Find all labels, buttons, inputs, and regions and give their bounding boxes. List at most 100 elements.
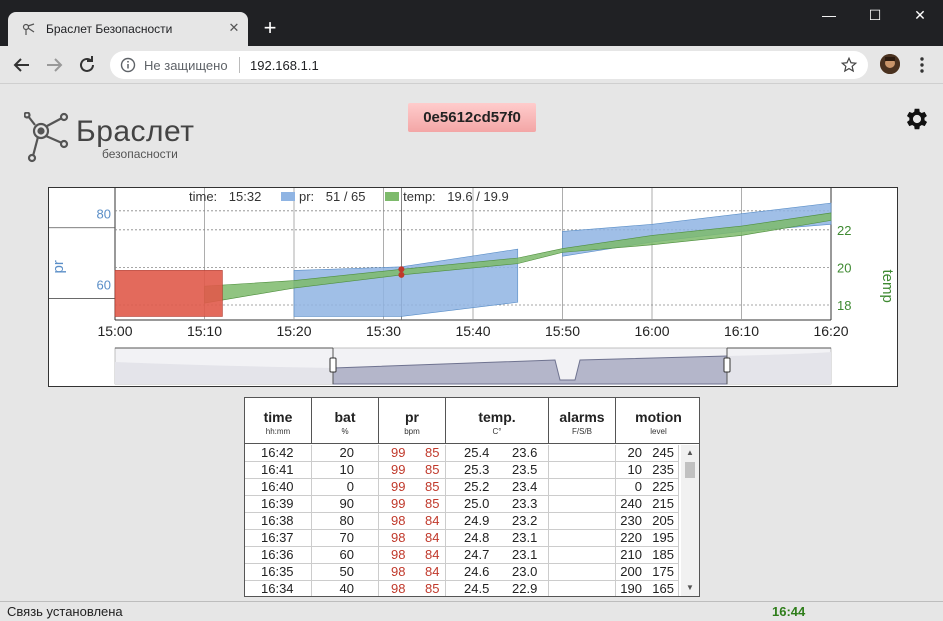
network-logo-icon — [24, 112, 69, 163]
battery-value: 20 — [339, 445, 354, 460]
back-arrow-icon[interactable] — [10, 53, 34, 77]
time-cell: 16:39 — [245, 496, 312, 513]
temp-max-value: 24.5 — [464, 581, 490, 596]
table-row[interactable]: 16:39 90 99 85 25.0 23.3 240 215 — [245, 496, 679, 513]
time-value: 16:35 — [261, 564, 294, 579]
x-tick-label: 15:50 — [545, 323, 580, 339]
table-row[interactable]: 16:36 60 98 84 24.7 23.1 210 185 — [245, 547, 679, 564]
table-row[interactable]: 16:40 0 99 85 25.2 23.4 0 225 — [245, 479, 679, 496]
navigator-handle[interactable] — [329, 357, 337, 373]
pulse-max-value: 98 — [391, 581, 406, 596]
scroll-up-arrow-icon[interactable]: ▲ — [681, 446, 699, 460]
motion-value-1: 200 — [620, 564, 642, 579]
motion-value-2: 225 — [652, 479, 674, 494]
pulse-cell: 98 84 — [379, 513, 446, 530]
motion-value-2: 245 — [652, 445, 674, 460]
battery-value: 40 — [339, 581, 354, 596]
battery-cell: 60 — [312, 547, 379, 564]
omnibox-divider — [239, 57, 240, 73]
column-header[interactable]: temp. C° — [446, 398, 549, 444]
scroll-down-arrow-icon[interactable]: ▼ — [681, 581, 699, 595]
legend-temp-swatch — [385, 192, 400, 201]
vitals-chart[interactable]: 15:00 15:10 15:20 15:30 15:40 15:50 16:00 16:10… — [48, 187, 898, 387]
info-icon[interactable] — [120, 57, 136, 73]
status-bar: Связь установлена 16:44 — [0, 601, 943, 621]
right-tick-label: 22 — [837, 223, 851, 238]
legend-pr-label: pr: — [298, 189, 315, 204]
table-row[interactable]: 16:37 70 98 84 24.8 23.1 220 195 — [245, 530, 679, 547]
scroll-thumb[interactable] — [685, 462, 695, 478]
battery-cell: 20 — [312, 445, 379, 462]
legend-time-label: time: — [189, 189, 218, 204]
bracelet-logo: Браслет безопасности — [24, 112, 204, 164]
battery-cell: 0 — [312, 479, 379, 496]
column-header-label: temp. — [478, 409, 516, 425]
pulse-min-value: 84 — [425, 564, 440, 579]
table-row[interactable]: 16:34 40 98 85 24.5 22.9 190 165 — [245, 581, 679, 596]
navigator-handle[interactable] — [723, 357, 731, 373]
legend-time: time: 15:32 — [189, 189, 269, 204]
legend-time-value: 15:32 — [228, 189, 262, 204]
column-header[interactable]: time hh:mm — [245, 398, 312, 444]
temp-min-value: 23.0 — [512, 564, 538, 579]
cursor-point — [398, 266, 405, 273]
table-row[interactable]: 16:42 20 99 85 25.4 23.6 20 245 — [245, 445, 679, 462]
more-menu-icon[interactable] — [912, 55, 932, 75]
temp-max-value: 25.4 — [464, 445, 490, 460]
temperature-cell: 24.6 23.0 — [446, 564, 549, 581]
chart-legend: time: 15:32 pr: 51 / 65 temp: 19.6 / 19.… — [189, 189, 525, 204]
time-value: 16:39 — [261, 496, 294, 511]
range-navigator[interactable] — [114, 347, 832, 385]
tab-close-icon[interactable]: ✕ — [226, 20, 242, 36]
battery-value: 60 — [339, 547, 354, 562]
close-window-button[interactable]: ✕ — [897, 0, 943, 30]
browser-tab[interactable]: Браслет Безопасности ✕ — [8, 12, 248, 46]
new-tab-button[interactable]: + — [260, 17, 280, 39]
cursor-point — [398, 271, 405, 278]
pulse-min-value: 84 — [425, 513, 440, 528]
temperature-cell: 25.3 23.5 — [446, 462, 549, 479]
gear-icon[interactable] — [903, 105, 931, 133]
table-row[interactable]: 16:41 10 99 85 25.3 23.5 10 235 — [245, 462, 679, 479]
column-header[interactable]: alarms F/S/B — [549, 398, 616, 444]
table-header: time hh:mm bat% pr bpm temp. C° alarms F/S/B moti… — [245, 398, 699, 444]
pulse-max-value: 98 — [391, 564, 406, 579]
battery-value: 80 — [339, 513, 354, 528]
column-header-label: bat — [334, 409, 356, 425]
x-tick-label: 15:00 — [97, 323, 132, 339]
table-row[interactable]: 16:35 50 98 84 24.6 23.0 200 175 — [245, 564, 679, 581]
measurements-table[interactable]: time hh:mm bat% pr bpm temp. C° alarms F/S/B moti… — [244, 397, 700, 597]
temperature-cell: 25.4 23.6 — [446, 445, 549, 462]
battery-cell: 70 — [312, 530, 379, 547]
forward-arrow-icon[interactable] — [42, 53, 66, 77]
reload-icon[interactable] — [75, 53, 99, 77]
address-bar[interactable]: Не защищено 192.168.1.1 — [110, 51, 868, 79]
chart-canvas[interactable]: 15:00 15:10 15:20 15:30 15:40 15:50 16:00 16:10… — [49, 188, 897, 386]
column-header-label: time — [263, 409, 293, 425]
column-header[interactable]: bat% — [312, 398, 379, 444]
motion-value-2: 185 — [652, 547, 674, 562]
bookmark-star-icon[interactable] — [840, 56, 858, 74]
minimize-button[interactable]: — — [806, 0, 852, 30]
security-label[interactable]: Не защищено — [144, 58, 228, 73]
profile-avatar[interactable] — [880, 54, 900, 74]
motion-cell: 20 245 — [616, 445, 679, 462]
maximize-button[interactable]: ☐ — [852, 0, 898, 30]
time-value: 16:42 — [261, 445, 294, 460]
time-value: 16:38 — [261, 513, 294, 528]
time-cell: 16:36 — [245, 547, 312, 564]
device-id-badge[interactable]: 0e5612cd57f0 — [408, 103, 536, 132]
battery-cell: 40 — [312, 581, 379, 596]
url-text[interactable]: 192.168.1.1 — [250, 58, 319, 73]
pulse-max-value: 98 — [391, 530, 406, 545]
pulse-max-value: 99 — [391, 496, 406, 511]
table-row[interactable]: 16:38 80 98 84 24.9 23.2 230 205 — [245, 513, 679, 530]
time-value: 16:37 — [261, 530, 294, 545]
column-header[interactable]: pr bpm — [379, 398, 446, 444]
table-scrollbar[interactable]: ▲ ▼ — [681, 445, 699, 596]
time-value: 16:34 — [261, 581, 294, 596]
battery-cell: 90 — [312, 496, 379, 513]
temp-max-value: 25.2 — [464, 479, 490, 494]
pulse-max-value: 99 — [391, 479, 406, 494]
column-header[interactable]: motion level — [616, 398, 699, 444]
